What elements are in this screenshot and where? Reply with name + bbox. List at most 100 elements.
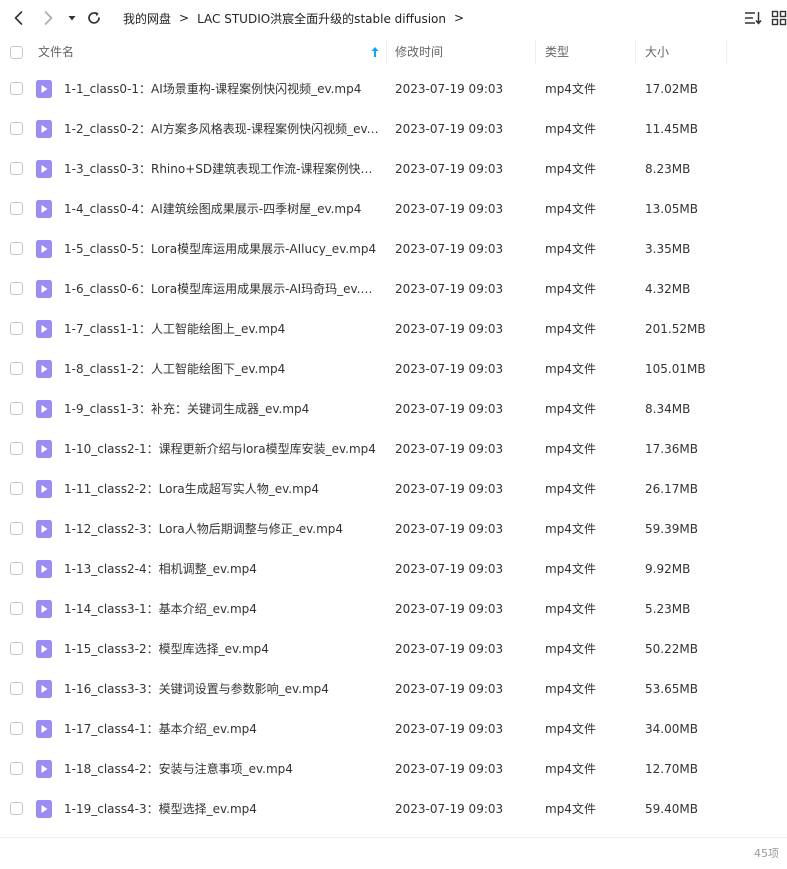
row-checkbox[interactable] — [10, 242, 23, 255]
table-row[interactable]: 1-6_class0-6：Lora模型库运用成果展示-AI玛奇玛_ev.m...… — [0, 269, 787, 309]
refresh-icon — [88, 11, 100, 24]
file-modified-time: 2023-07-19 09:03 — [395, 722, 504, 736]
grid-view-button[interactable] — [770, 9, 787, 27]
sort-button[interactable] — [743, 9, 763, 27]
file-name[interactable]: 1-13_class2-4：相机调整_ev.mp4 — [64, 549, 379, 589]
column-divider[interactable] — [635, 40, 636, 64]
file-name[interactable]: 1-10_class2-1：课程更新介绍与lora模型库安装_ev.mp4 — [64, 429, 379, 469]
file-name[interactable]: 1-16_class3-3：关键词设置与参数影响_ev.mp4 — [64, 669, 379, 709]
file-size: 5.23MB — [645, 602, 691, 616]
file-size: 59.40MB — [645, 802, 698, 816]
video-file-icon — [36, 800, 52, 818]
row-checkbox[interactable] — [10, 802, 23, 815]
column-header-time[interactable]: 修改时间 — [395, 36, 443, 68]
file-name[interactable]: 1-1_class0-1：AI场景重构-课程案例快闪视频_ev.mp4 — [64, 69, 379, 109]
row-checkbox[interactable] — [10, 722, 23, 735]
column-header-type[interactable]: 类型 — [545, 36, 569, 68]
file-name[interactable]: 1-6_class0-6：Lora模型库运用成果展示-AI玛奇玛_ev.m... — [64, 269, 379, 309]
chevron-right-icon — [44, 11, 53, 25]
table-row[interactable]: 1-15_class3-2：模型库选择_ev.mp4 2023-07-19 09:… — [0, 629, 787, 669]
file-size: 4.32MB — [645, 282, 691, 296]
file-type: mp4文件 — [545, 362, 596, 376]
table-row[interactable]: 1-2_class0-2：AI方案多风格表现-课程案例快闪视频_ev.... 20… — [0, 109, 787, 149]
table-row[interactable]: 1-18_class4-2：安装与注意事项_ev.mp4 2023-07-19 0… — [0, 749, 787, 789]
file-name[interactable]: 1-7_class1-1：人工智能绘图上_ev.mp4 — [64, 309, 379, 349]
file-name[interactable]: 1-9_class1-3：补充：关键词生成器_ev.mp4 — [64, 389, 379, 429]
row-checkbox[interactable] — [10, 562, 23, 575]
row-checkbox[interactable] — [10, 82, 23, 95]
file-name[interactable]: 1-5_class0-5：Lora模型库运用成果展示-AIlucy_ev.mp4 — [64, 229, 379, 269]
file-size: 13.05MB — [645, 202, 698, 216]
file-name[interactable]: 1-2_class0-2：AI方案多风格表现-课程案例快闪视频_ev.... — [64, 109, 379, 149]
file-name[interactable]: 1-11_class2-2：Lora生成超写实人物_ev.mp4 — [64, 469, 379, 509]
table-row[interactable]: 1-3_class0-3：Rhino+SD建筑表现工作流-课程案例快闪... 20… — [0, 149, 787, 189]
file-name[interactable]: 1-4_class0-4：AI建筑绘图成果展示-四季树屋_ev.mp4 — [64, 189, 379, 229]
column-header-name[interactable]: 文件名 — [38, 36, 74, 68]
file-type: mp4文件 — [545, 602, 596, 616]
column-divider[interactable] — [386, 40, 387, 64]
row-checkbox[interactable] — [10, 162, 23, 175]
file-type: mp4文件 — [545, 82, 596, 96]
table-row[interactable]: 1-9_class1-3：补充：关键词生成器_ev.mp4 2023-07-19 … — [0, 389, 787, 429]
file-modified-time: 2023-07-19 09:03 — [395, 282, 504, 296]
back-button[interactable] — [9, 8, 29, 28]
file-name[interactable]: 1-18_class4-2：安装与注意事项_ev.mp4 — [64, 749, 379, 789]
history-dropdown[interactable] — [65, 10, 79, 26]
column-divider[interactable] — [726, 40, 727, 64]
row-checkbox[interactable] — [10, 642, 23, 655]
file-size: 3.35MB — [645, 242, 691, 256]
row-checkbox[interactable] — [10, 402, 23, 415]
breadcrumb-item-root[interactable]: 我的网盘 — [123, 10, 171, 27]
refresh-button[interactable] — [84, 8, 104, 28]
file-name[interactable]: 1-3_class0-3：Rhino+SD建筑表现工作流-课程案例快闪... — [64, 149, 379, 189]
row-checkbox[interactable] — [10, 482, 23, 495]
file-type: mp4文件 — [545, 522, 596, 536]
table-row[interactable]: 1-11_class2-2：Lora生成超写实人物_ev.mp4 2023-07-… — [0, 469, 787, 509]
table-row[interactable]: 1-5_class0-5：Lora模型库运用成果展示-AIlucy_ev.mp4… — [0, 229, 787, 269]
video-file-icon — [36, 720, 52, 738]
column-header-size[interactable]: 大小 — [645, 36, 669, 68]
file-name[interactable]: 1-17_class4-1：基本介绍_ev.mp4 — [64, 709, 379, 749]
select-all-checkbox[interactable] — [10, 46, 23, 59]
row-checkbox[interactable] — [10, 282, 23, 295]
table-row[interactable]: 1-16_class3-3：关键词设置与参数影响_ev.mp4 2023-07-1… — [0, 669, 787, 709]
table-row[interactable]: 1-8_class1-2：人工智能绘图下_ev.mp4 2023-07-19 09… — [0, 349, 787, 389]
table-row[interactable]: 1-19_class4-3：模型选择_ev.mp4 2023-07-19 09:0… — [0, 789, 787, 829]
table-row[interactable]: 1-13_class2-4：相机调整_ev.mp4 2023-07-19 09:0… — [0, 549, 787, 589]
row-checkbox[interactable] — [10, 762, 23, 775]
row-checkbox[interactable] — [10, 122, 23, 135]
file-type: mp4文件 — [545, 642, 596, 656]
table-row[interactable]: 1-7_class1-1：人工智能绘图上_ev.mp4 2023-07-19 09… — [0, 309, 787, 349]
breadcrumb-item-current[interactable]: LAC STUDIO洪宸全面升级的stable diffusion — [197, 10, 446, 27]
table-row[interactable]: 1-14_class3-1：基本介绍_ev.mp4 2023-07-19 09:0… — [0, 589, 787, 629]
footer-divider — [0, 837, 787, 838]
file-name[interactable]: 1-19_class4-3：模型选择_ev.mp4 — [64, 789, 379, 829]
row-checkbox[interactable] — [10, 442, 23, 455]
row-checkbox[interactable] — [10, 202, 23, 215]
file-type: mp4文件 — [545, 442, 596, 456]
breadcrumb-separator[interactable]: > — [454, 11, 464, 25]
table-row[interactable]: 1-12_class2-3：Lora人物后期调整与修正_ev.mp4 2023-0… — [0, 509, 787, 549]
row-checkbox[interactable] — [10, 522, 23, 535]
video-file-icon — [36, 640, 52, 658]
file-name[interactable]: 1-8_class1-2：人工智能绘图下_ev.mp4 — [64, 349, 379, 389]
row-checkbox[interactable] — [10, 322, 23, 335]
forward-button[interactable] — [38, 8, 58, 28]
file-name[interactable]: 1-14_class3-1：基本介绍_ev.mp4 — [64, 589, 379, 629]
table-row[interactable]: 1-4_class0-4：AI建筑绘图成果展示-四季树屋_ev.mp4 2023-… — [0, 189, 787, 229]
video-file-icon — [36, 120, 52, 138]
sort-ascending-icon[interactable] — [370, 46, 380, 58]
row-checkbox[interactable] — [10, 602, 23, 615]
video-file-icon — [36, 280, 52, 298]
video-file-icon — [36, 480, 52, 498]
table-row[interactable]: 1-1_class0-1：AI场景重构-课程案例快闪视频_ev.mp4 2023-… — [0, 69, 787, 109]
table-row[interactable]: 1-17_class4-1：基本介绍_ev.mp4 2023-07-19 09:0… — [0, 709, 787, 749]
file-type: mp4文件 — [545, 202, 596, 216]
file-name[interactable]: 1-12_class2-3：Lora人物后期调整与修正_ev.mp4 — [64, 509, 379, 549]
file-name[interactable]: 1-15_class3-2：模型库选择_ev.mp4 — [64, 629, 379, 669]
row-checkbox[interactable] — [10, 362, 23, 375]
table-row[interactable]: 1-10_class2-1：课程更新介绍与lora模型库安装_ev.mp4 202… — [0, 429, 787, 469]
file-modified-time: 2023-07-19 09:03 — [395, 362, 504, 376]
column-divider[interactable] — [535, 40, 536, 64]
row-checkbox[interactable] — [10, 682, 23, 695]
